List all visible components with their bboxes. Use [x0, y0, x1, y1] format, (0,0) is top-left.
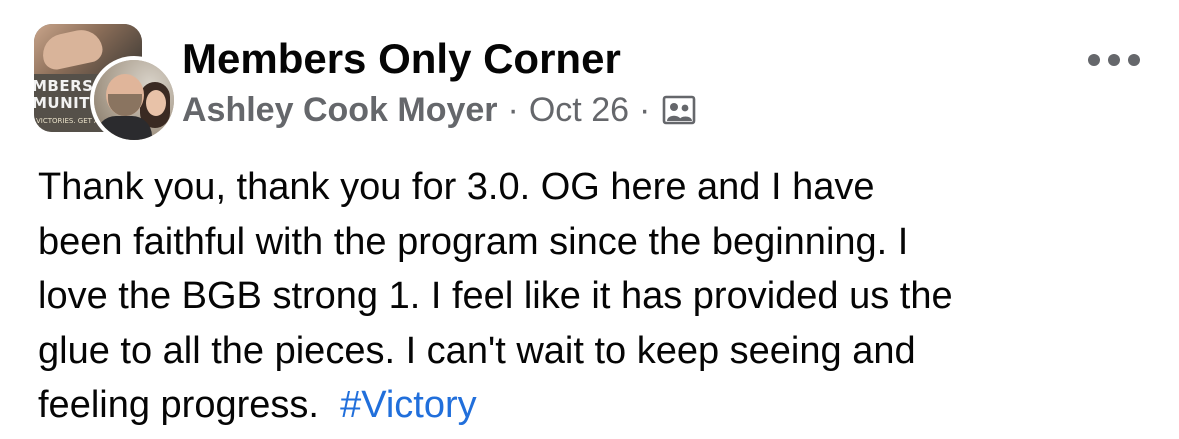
post-date-link[interactable]: Oct 26: [529, 91, 629, 130]
group-avatar-tagline: VICTORIES. GET A: [36, 117, 99, 125]
author-avatar[interactable]: [90, 56, 178, 144]
post-text-last: feeling progress.: [38, 384, 319, 426]
post-text-line: glue to all the pieces. I can't wait to …: [38, 329, 916, 372]
post-meta: Ashley Cook Moyer · Oct 26 ·: [182, 88, 696, 132]
group-audience-icon: [662, 95, 696, 125]
post-text-line: love the BGB strong 1. I feel like it ha…: [38, 275, 953, 317]
post-text-line: Thank you, thank you for 3.0. OG here an…: [38, 166, 875, 208]
post-text-line: been faithful with the program since the…: [38, 220, 909, 263]
hashtag-link[interactable]: #Victory: [340, 384, 477, 426]
meta-separator: ·: [639, 90, 651, 129]
group-name-link[interactable]: Members Only Corner: [182, 34, 621, 84]
group-avatar-banner-text: MBERS MUNIT: [34, 77, 94, 112]
author-name-link[interactable]: Ashley Cook Moyer: [182, 91, 498, 130]
post-text: Thank you, thank you for 3.0. OG here an…: [38, 160, 1158, 433]
more-options-icon[interactable]: [1088, 48, 1140, 72]
meta-separator: ·: [507, 90, 519, 129]
post-text-line: feeling progress. #Victory: [38, 378, 1158, 433]
post-card: MBERS MUNIT VICTORIES. GET A Members Onl…: [0, 0, 1179, 439]
